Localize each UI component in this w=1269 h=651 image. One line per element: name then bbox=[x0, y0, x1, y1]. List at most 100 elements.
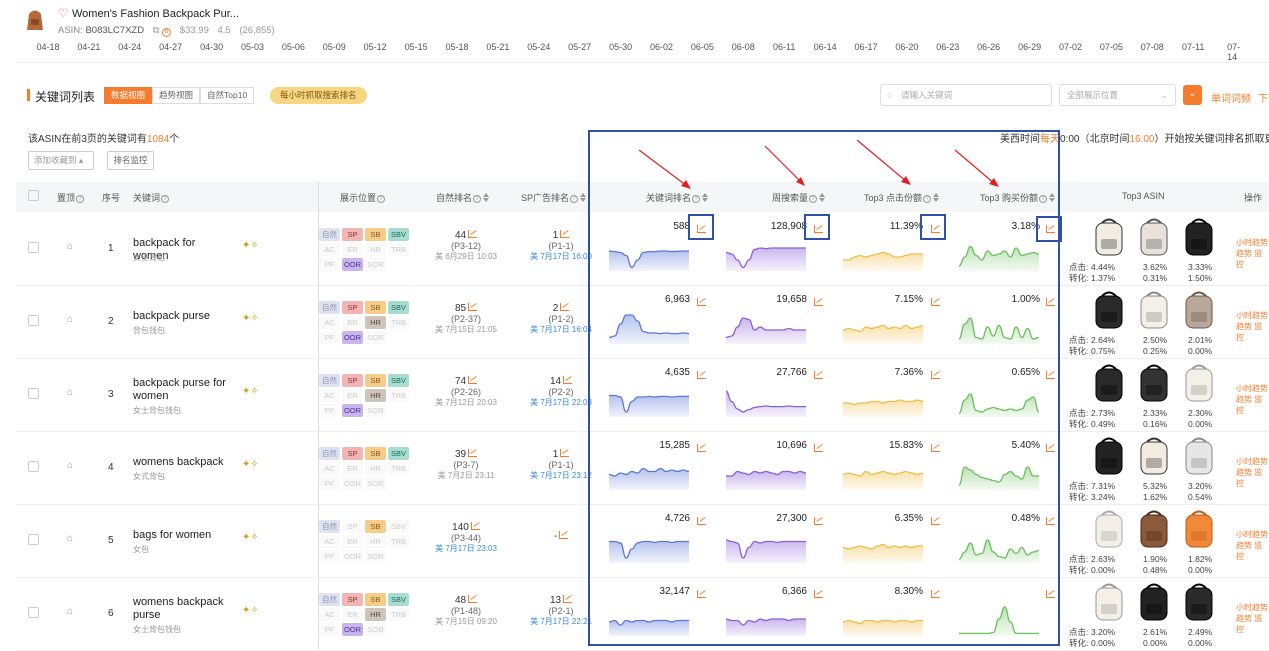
position-badge[interactable]: SB bbox=[365, 228, 386, 241]
position-badge[interactable]: SP bbox=[342, 301, 363, 314]
position-badge[interactable]: OOR bbox=[342, 331, 363, 344]
download-button[interactable]: ⌄ bbox=[1183, 85, 1202, 105]
position-badge[interactable]: PF bbox=[319, 258, 340, 271]
position-badge[interactable]: HR bbox=[365, 535, 386, 548]
asin-product-image[interactable] bbox=[1090, 434, 1128, 478]
trend-link[interactable]: 趋势 bbox=[1236, 541, 1252, 550]
keyword-search-input[interactable]: ○ 请输入关键词 bbox=[880, 84, 1052, 106]
asin-product-image[interactable] bbox=[1135, 215, 1173, 259]
help-icon[interactable]: ? bbox=[161, 195, 170, 203]
sort-icon[interactable] bbox=[483, 193, 490, 202]
position-badge[interactable]: HR bbox=[365, 389, 386, 402]
amazon-choice-icon[interactable]: ✦✧ bbox=[242, 313, 259, 324]
rank-monitor-button[interactable]: 排名监控 bbox=[107, 151, 154, 170]
help-icon[interactable]: ? bbox=[377, 195, 386, 203]
position-badge[interactable]: HR bbox=[365, 462, 386, 475]
position-badge[interactable]: SP bbox=[342, 447, 363, 460]
trend-chart-icon[interactable] bbox=[468, 303, 478, 311]
position-badge[interactable]: SOR bbox=[365, 477, 386, 490]
position-badge[interactable]: HR bbox=[365, 243, 386, 256]
position-badge[interactable]: SBV bbox=[388, 374, 409, 387]
asin-product-image[interactable] bbox=[1135, 288, 1173, 332]
trend-chart-icon[interactable] bbox=[468, 595, 478, 603]
position-select[interactable]: 全部展示位置 ⌄ bbox=[1059, 84, 1176, 106]
position-badge[interactable]: SOR bbox=[365, 331, 386, 344]
position-badge[interactable]: OOR bbox=[342, 404, 363, 417]
row-checkbox[interactable] bbox=[28, 242, 39, 253]
position-badge[interactable]: SBV bbox=[388, 593, 409, 606]
keyword-text[interactable]: backpack purse bbox=[133, 310, 233, 323]
trend-chart-icon[interactable] bbox=[470, 522, 480, 530]
position-badge[interactable]: TRB bbox=[388, 535, 409, 548]
tab-trend-view[interactable]: 趋势视图 bbox=[152, 87, 201, 104]
hourly-trend-link[interactable]: 小时趋势 bbox=[1236, 602, 1269, 613]
position-badge[interactable]: PF bbox=[319, 331, 340, 344]
asin-product-image[interactable] bbox=[1180, 361, 1218, 405]
hourly-trend-link[interactable]: 小时趋势 bbox=[1236, 237, 1269, 248]
position-badge[interactable]: SP bbox=[342, 228, 363, 241]
position-badge[interactable]: ER bbox=[342, 316, 363, 329]
position-badge[interactable]: SOR bbox=[365, 623, 386, 636]
hourly-rank-button[interactable]: 每小时抓取搜索排名 bbox=[270, 87, 367, 104]
help-icon[interactable]: ? bbox=[76, 195, 85, 203]
position-badge[interactable]: 自然 bbox=[319, 520, 340, 533]
position-badge[interactable]: SP bbox=[342, 520, 363, 533]
position-badge[interactable]: HR bbox=[365, 608, 386, 621]
position-badge[interactable]: SOR bbox=[365, 404, 386, 417]
position-badge[interactable]: 自然 bbox=[319, 593, 340, 606]
asin-product-image[interactable] bbox=[1135, 361, 1173, 405]
tab-data-view[interactable]: 数据视图 bbox=[104, 87, 153, 104]
position-badge[interactable]: AC bbox=[319, 462, 340, 475]
asin-product-image[interactable] bbox=[1180, 215, 1218, 259]
position-badge[interactable]: AC bbox=[319, 389, 340, 402]
asin-product-image[interactable] bbox=[1090, 580, 1128, 624]
trend-chart-icon[interactable] bbox=[468, 449, 478, 457]
select-all-checkbox[interactable] bbox=[28, 190, 39, 201]
position-badge[interactable]: SP bbox=[342, 593, 363, 606]
trend-chart-icon[interactable] bbox=[563, 376, 573, 384]
position-badge[interactable]: TRB bbox=[388, 316, 409, 329]
position-badge[interactable]: SOR bbox=[365, 258, 386, 271]
row-checkbox[interactable] bbox=[28, 461, 39, 472]
asin-product-image[interactable] bbox=[1135, 507, 1173, 551]
hourly-trend-link[interactable]: 小时趋势 bbox=[1236, 310, 1269, 321]
tag-icon[interactable]: ⌂ bbox=[67, 533, 73, 544]
asin-product-image[interactable] bbox=[1180, 580, 1218, 624]
asin-product-image[interactable] bbox=[1180, 288, 1218, 332]
trend-link[interactable]: 趋势 bbox=[1236, 322, 1252, 331]
position-badge[interactable]: ER bbox=[342, 462, 363, 475]
position-badge[interactable]: AC bbox=[319, 316, 340, 329]
position-badge[interactable]: PF bbox=[319, 477, 340, 490]
position-badge[interactable]: SBV bbox=[388, 301, 409, 314]
word-frequency-link[interactable]: 单词词频 bbox=[1211, 90, 1251, 105]
position-badge[interactable]: TRB bbox=[388, 462, 409, 475]
hourly-trend-link[interactable]: 小时趋势 bbox=[1236, 529, 1269, 540]
asin-product-image[interactable] bbox=[1135, 434, 1173, 478]
amazon-choice-icon[interactable]: ✦✧ bbox=[242, 386, 259, 397]
keyword-text[interactable]: bags for women bbox=[133, 529, 233, 542]
position-badge[interactable]: SB bbox=[365, 447, 386, 460]
row-checkbox[interactable] bbox=[28, 534, 39, 545]
position-badge[interactable]: SB bbox=[365, 301, 386, 314]
asin-product-image[interactable] bbox=[1090, 215, 1128, 259]
position-badge[interactable]: SBV bbox=[388, 447, 409, 460]
trend-link[interactable]: 趋势 bbox=[1236, 249, 1252, 258]
row-checkbox[interactable] bbox=[28, 607, 39, 618]
position-badge[interactable]: SB bbox=[365, 593, 386, 606]
position-badge[interactable]: SB bbox=[365, 520, 386, 533]
asin-product-image[interactable] bbox=[1180, 434, 1218, 478]
trend-chart-icon[interactable] bbox=[559, 531, 569, 539]
trend-chart-icon[interactable] bbox=[468, 376, 478, 384]
position-badge[interactable]: HR bbox=[365, 316, 386, 329]
hourly-trend-link[interactable]: 小时趋势 bbox=[1236, 383, 1269, 394]
tab-natural-top10[interactable]: 自然Top10 bbox=[200, 87, 255, 104]
trend-chart-icon[interactable] bbox=[560, 303, 570, 311]
position-badge[interactable]: SB bbox=[365, 374, 386, 387]
position-badge[interactable]: AC bbox=[319, 608, 340, 621]
product-thumbnail[interactable] bbox=[22, 6, 48, 32]
position-badge[interactable]: PF bbox=[319, 623, 340, 636]
position-badge[interactable]: SBV bbox=[388, 520, 409, 533]
position-badge[interactable]: 自然 bbox=[319, 447, 340, 460]
favorite-heart-icon[interactable]: ♡ bbox=[58, 6, 69, 20]
asin-value[interactable]: B083LC7XZD bbox=[85, 25, 144, 36]
